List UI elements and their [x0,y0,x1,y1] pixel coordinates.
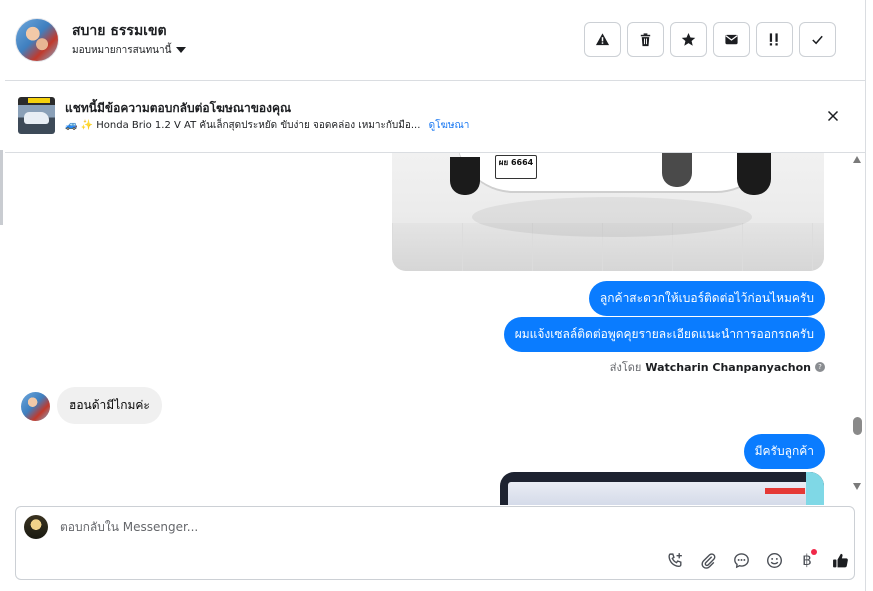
license-plate: ผย 6664 [495,155,537,179]
ad-thumbnail[interactable] [18,97,55,134]
mark-spam-button[interactable] [584,22,621,57]
notification-dot [811,549,817,555]
ad-reply-banner: แชทนี้มีข้อความตอบกลับต่อโฆษณาของคุณ 🚙 ✨… [5,81,866,153]
car-image [24,112,49,124]
thumbs-up-icon [832,553,848,567]
car-wheel-left [450,157,480,195]
attachment-icon [700,552,715,569]
attach-button[interactable] [697,549,719,571]
photo-reflection [472,197,752,237]
envelope-icon [725,34,738,45]
call-add-icon [667,552,682,567]
header-actions [584,22,836,57]
sender-name: Watcharin Chanpanyachon [645,360,811,374]
star-button[interactable] [670,22,707,57]
warning-icon [595,33,610,46]
scroll-down-arrow-icon[interactable] [853,483,861,490]
check-icon [812,35,823,45]
ad-thumb-price-tag [28,98,50,103]
avatar[interactable] [15,18,59,62]
photo-cyan-edge [806,472,824,505]
assign-label: มอบหมายการสนทนานี้ [72,45,172,56]
contact-avatar[interactable] [21,392,50,421]
baht-icon: ฿ [802,551,812,569]
reply-composer: ฿ [15,506,855,580]
left-edge-bar [0,150,3,225]
sent-by-label: ส่งโดย Watcharin Chanpanyachon ? [610,358,825,376]
follow-up-icon [769,33,778,46]
page-avatar [24,515,48,539]
call-add-button[interactable] [664,549,686,571]
emoji-button[interactable] [763,549,785,571]
image-attachment[interactable]: ผย 6664 [392,153,824,271]
incoming-message[interactable]: ฮอนด้ามีไกมค่ะ [57,387,162,424]
close-icon [827,110,839,122]
conversation-header: สบาย ธรรมเขต มอบหมายการสนทนานี้ [5,0,866,81]
message-thread[interactable]: ผย 6664 ลูกค้าสะดวกให้เบอร์ติดต่อไว้ก่อน… [5,153,849,505]
reply-input[interactable] [60,520,620,534]
saved-replies-button[interactable] [730,549,752,571]
scrollbar-thumb[interactable] [853,417,862,435]
mark-done-button[interactable] [799,22,836,57]
trash-icon [640,33,651,47]
image-attachment[interactable] [500,472,824,505]
outgoing-message[interactable]: มีครับลูกค้า [743,434,825,469]
composer-toolbar: ฿ [664,549,851,571]
delete-button[interactable] [627,22,664,57]
ad-banner-title: แชทนี้มีข้อความตอบกลับต่อโฆษณาของคุณ [65,101,292,115]
caret-down-icon [176,46,187,53]
emoji-icon [766,552,782,568]
mark-unread-button[interactable] [713,22,750,57]
payment-button[interactable]: ฿ [796,549,818,571]
star-icon [681,32,696,46]
info-icon[interactable]: ? [815,362,825,372]
close-banner-button[interactable] [824,107,842,125]
like-button[interactable] [829,549,851,571]
ad-banner-description: 🚙 ✨ Honda Brio 1.2 V AT คันเล็กสุดประหยั… [65,118,469,133]
sent-by-prefix: ส่งโดย [609,361,642,374]
contact-name[interactable]: สบาย ธรรมเขต [72,20,167,42]
assign-dropdown[interactable]: มอบหมายการสนทนานี้ [72,43,187,58]
follow-up-button[interactable] [756,22,793,57]
ad-description-text: 🚙 ✨ Honda Brio 1.2 V AT คันเล็กสุดประหยั… [65,120,421,131]
conversation-window: สบาย ธรรมเขต มอบหมายการสนทนานี้ แชทนี้มี… [0,0,866,591]
outgoing-message[interactable]: ลูกค้าสะดวกให้เบอร์ติดต่อไว้ก่อนไหมครับ [588,281,825,316]
outgoing-message[interactable]: ผมแจ้งเซลล์ติดต่อพูดคุยรายละเอียดแนะนำกา… [503,317,825,352]
car-rim [662,153,692,187]
scroll-up-arrow-icon[interactable] [853,156,861,163]
chat-bubble-icon [733,552,749,568]
view-ad-link[interactable]: ดูโฆษณา [429,120,470,131]
car-wheel-right [737,153,771,195]
photo-red-bar [765,488,805,494]
